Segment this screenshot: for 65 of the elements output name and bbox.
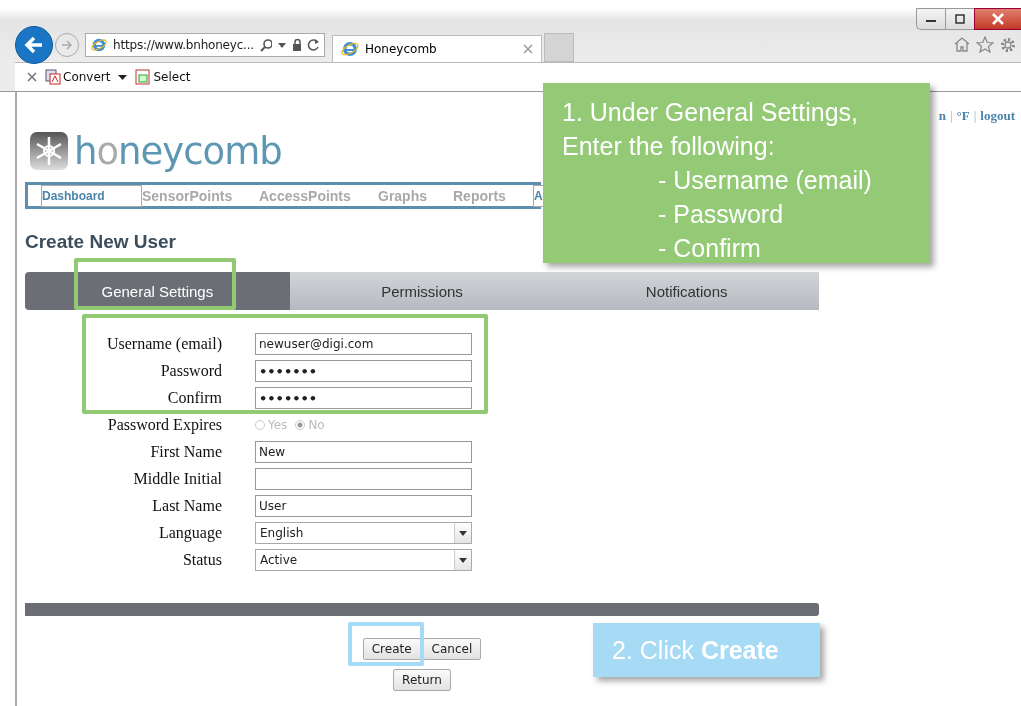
- separator: |: [949, 108, 953, 124]
- input-field[interactable]: User: [255, 495, 472, 517]
- caret-icon: [459, 530, 467, 536]
- header-link[interactable]: logout: [980, 108, 1015, 124]
- page-title: Create New User: [25, 231, 177, 253]
- input-field[interactable]: •••••••: [255, 387, 472, 409]
- caret-icon[interactable]: [118, 74, 128, 80]
- caret-icon: [459, 557, 467, 563]
- form-button[interactable]: Create: [362, 638, 421, 660]
- browser-tab[interactable]: Honeycomb: [332, 35, 542, 62]
- field-label: Confirm: [166, 389, 222, 407]
- logo-wordmark: honeycomb: [74, 129, 282, 173]
- browser-e-icon: [91, 36, 108, 54]
- input-field[interactable]: •••••••: [255, 360, 472, 382]
- snowflake-logo-icon: [29, 131, 69, 171]
- instruction-text: 1. Under General Settings,: [562, 97, 858, 128]
- instruction-text: - Username (email): [658, 165, 872, 196]
- maximize-button[interactable]: [945, 8, 974, 30]
- field-label: Username (email): [105, 335, 222, 353]
- star-icon[interactable]: [976, 36, 994, 53]
- tab[interactable]: Permissions: [289, 272, 555, 310]
- browser-e-icon: [341, 40, 359, 58]
- home-icon[interactable]: [953, 36, 971, 52]
- nav-link[interactable]: Dashboard: [41, 185, 142, 207]
- field-label: Last Name: [151, 497, 222, 515]
- settings-icon[interactable]: [999, 36, 1017, 54]
- input-field[interactable]: newuser@digi.com: [255, 333, 472, 355]
- form-button[interactable]: Cancel: [422, 638, 482, 660]
- caret-icon: [278, 42, 286, 48]
- field-label: Password: [159, 362, 222, 380]
- toolbar-button[interactable]: Convert: [45, 69, 111, 85]
- refresh-icon: [307, 38, 319, 52]
- close-icon[interactable]: [27, 72, 37, 82]
- instruction-text: - Password: [658, 199, 784, 230]
- input-field[interactable]: [255, 468, 472, 490]
- tab[interactable]: Notifications: [554, 272, 819, 310]
- pdf-icon: [45, 69, 61, 85]
- close-button[interactable]: [974, 8, 1021, 30]
- field-label: Password Expires: [106, 416, 222, 434]
- header-link[interactable]: n: [938, 108, 946, 124]
- select-icon: [135, 69, 152, 85]
- lock-icon: [291, 38, 302, 52]
- dropdown[interactable]: English: [255, 522, 472, 544]
- dropdown[interactable]: Active: [255, 549, 472, 571]
- address-bar[interactable]: https://www.bnhoneyc...: [85, 33, 325, 57]
- close-tab-icon[interactable]: [523, 44, 533, 54]
- field-label: First Name: [149, 443, 222, 461]
- tab[interactable]: General Settings: [25, 272, 290, 310]
- instruction-text: 2. Click Create: [612, 635, 779, 665]
- toolbar-button[interactable]: Select: [135, 69, 191, 85]
- instruction-text: - Confirm: [658, 233, 761, 264]
- address-text: https://www.bnhoneyc...: [113, 38, 254, 52]
- minimize-button[interactable]: [916, 8, 945, 30]
- instruction-text: Enter the following:: [562, 131, 775, 162]
- field-label: Status: [181, 551, 222, 569]
- input-field[interactable]: New: [255, 441, 472, 463]
- form-button[interactable]: Return: [393, 669, 451, 691]
- search-icon: [259, 38, 273, 52]
- close-icon: [991, 13, 1005, 25]
- maximize-icon: [954, 14, 966, 24]
- separator: |: [973, 108, 977, 124]
- back-button[interactable]: [15, 26, 53, 64]
- header-link[interactable]: °F: [956, 108, 970, 124]
- field-label: Middle Initial: [132, 470, 222, 488]
- field-label: Language: [157, 524, 222, 542]
